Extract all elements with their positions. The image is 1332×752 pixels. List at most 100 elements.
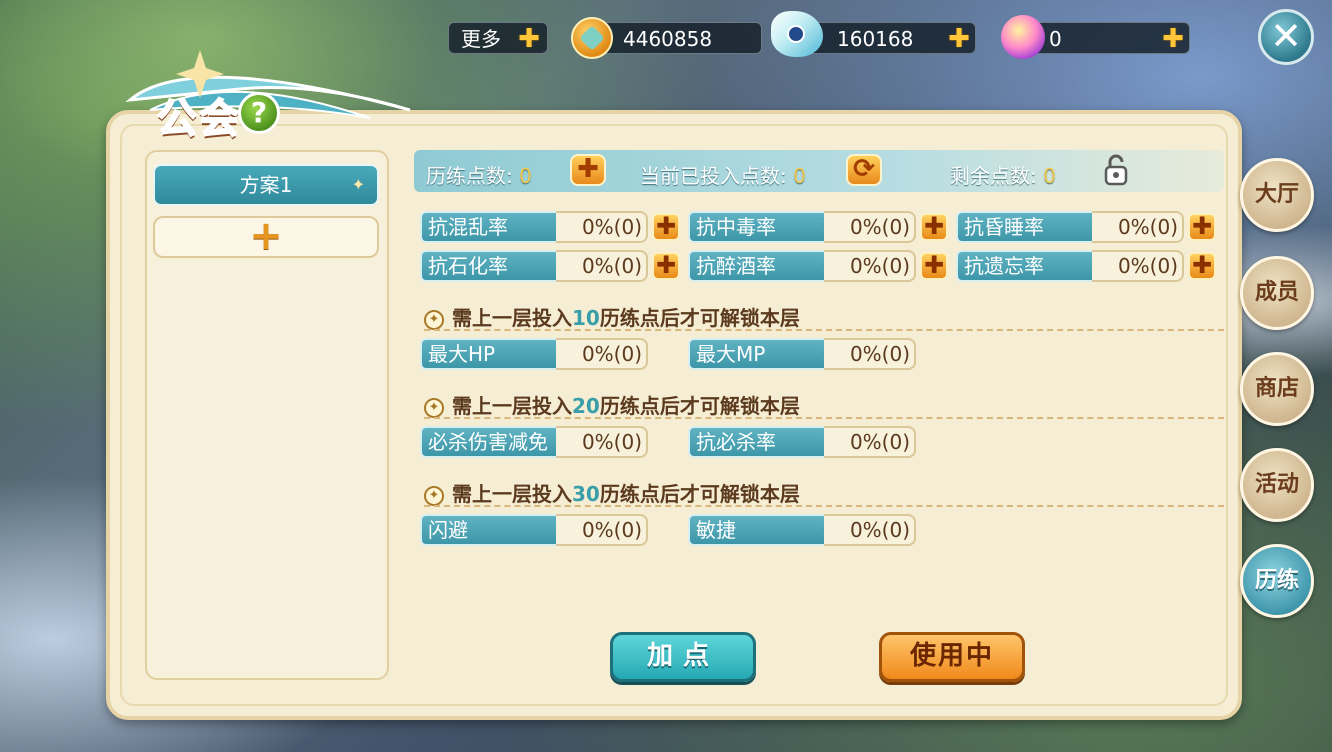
add-point-button[interactable]: ✚ (920, 252, 948, 280)
crystal-currency: 0 ✚ (1001, 15, 1190, 59)
training-points-label: 历练点数: (426, 164, 513, 188)
attr-value: 0%(0) (556, 338, 648, 370)
add-point-button[interactable]: ✚ (1188, 213, 1216, 241)
question-icon: ? (250, 96, 268, 129)
help-button[interactable]: ? (238, 92, 280, 134)
divider (424, 329, 1224, 331)
attr-value: 0%(0) (556, 250, 648, 282)
invested-points-label: 当前已投入点数: (640, 164, 787, 188)
attr-name: 抗中毒率 (688, 211, 828, 243)
attr-crit-damage-reduction: 必杀伤害减免 ▴▾ 0%(0) (420, 426, 648, 458)
gold-coin-icon (571, 17, 613, 59)
attr-dodge: 闪避 ▴▾ 0%(0) (420, 514, 648, 546)
attr-anti-forget: 抗遗忘率 ▴▾ 0%(0) ✚ (956, 250, 1216, 282)
reset-points-button[interactable]: ⟳ (846, 154, 882, 186)
attr-value: 0%(0) (824, 514, 916, 546)
in-use-button[interactable]: 使用中 (879, 632, 1025, 682)
divider (424, 417, 1224, 419)
attr-name: 抗石化率 (420, 250, 560, 282)
attr-anti-drunk: 抗醉酒率 ▴▾ 0%(0) ✚ (688, 250, 948, 282)
attr-value: 0%(0) (824, 338, 916, 370)
tier-unlock-note: ✦ 需上一层投入30历练点后才可解锁本层 (424, 478, 800, 507)
unlock-prefix: 需上一层投入 (452, 306, 572, 330)
unlock-suffix: 历练点后才可解锁本层 (599, 482, 800, 506)
divider (424, 505, 1224, 507)
attr-value: 0%(0) (824, 426, 916, 458)
unlock-points: 20 (572, 394, 600, 418)
close-icon: ✕ (1270, 14, 1302, 58)
invested-points: 当前已投入点数: 0 (640, 160, 806, 189)
plus-icon: + (249, 213, 283, 259)
tab-members[interactable]: 成员 (1240, 256, 1314, 330)
attr-name: 最大HP (420, 338, 560, 370)
attr-name: 抗遗忘率 (956, 250, 1096, 282)
add-points-button[interactable]: 加点 (610, 632, 756, 682)
unlock-points: 10 (572, 306, 600, 330)
attr-value: 0%(0) (556, 514, 648, 546)
attr-name: 抗混乱率 (420, 211, 560, 243)
attr-name: 敏捷 (688, 514, 828, 546)
remaining-points-label: 剩余点数: (950, 164, 1037, 188)
remaining-points: 剩余点数: 0 (950, 160, 1056, 189)
attr-max-hp: 最大HP ▴▾ 0%(0) (420, 338, 648, 370)
unlock-suffix: 历练点后才可解锁本层 (599, 394, 800, 418)
attr-value: 0%(0) (1092, 250, 1184, 282)
unlock-prefix: 需上一层投入 (452, 394, 572, 418)
gold-value: 4460858 (623, 27, 713, 51)
add-training-points-button[interactable]: ✚ (570, 154, 606, 186)
tier-unlock-note: ✦ 需上一层投入20历练点后才可解锁本层 (424, 390, 800, 419)
unlock-points: 30 (572, 482, 600, 506)
tier-unlock-note: ✦ 需上一层投入10历练点后才可解锁本层 (424, 302, 800, 331)
invested-points-value: 0 (793, 164, 806, 188)
tab-training[interactable]: 历练 (1240, 544, 1314, 618)
info-icon: ✦ (424, 310, 444, 330)
add-point-button[interactable]: ✚ (652, 252, 680, 280)
ticket-currency: 160168 ✚ (771, 11, 976, 57)
info-icon: ✦ (424, 398, 444, 418)
more-button[interactable]: 更多 ✚ (448, 22, 548, 54)
attr-name: 最大MP (688, 338, 828, 370)
attr-anti-crit: 抗必杀率 ▴▾ 0%(0) (688, 426, 916, 458)
tab-lobby[interactable]: 大厅 (1240, 158, 1314, 232)
attr-anti-petrify: 抗石化率 ▴▾ 0%(0) ✚ (420, 250, 680, 282)
attr-name: 必杀伤害减免 (420, 426, 560, 458)
unlock-suffix: 历练点后才可解锁本层 (599, 306, 800, 330)
training-points-value: 0 (519, 164, 532, 188)
add-crystal-button[interactable]: ✚ (1161, 26, 1185, 52)
scheme-label: 方案1 (239, 173, 293, 197)
crystal-orb-icon (1001, 15, 1045, 59)
attr-max-mp: 最大MP ▴▾ 0%(0) (688, 338, 916, 370)
close-button[interactable]: ✕ (1258, 9, 1314, 65)
attr-name: 闪避 (420, 514, 560, 546)
lock-icon[interactable] (1102, 153, 1130, 187)
attr-agility: 敏捷 ▴▾ 0%(0) (688, 514, 916, 546)
plus-icon: ✚ (577, 154, 599, 184)
attr-name: 抗醉酒率 (688, 250, 828, 282)
scheme-tab-1[interactable]: 方案1 ✦ (153, 164, 379, 206)
ticket-value: 160168 (837, 27, 914, 51)
attr-value: 0%(0) (824, 250, 916, 282)
attr-value: 0%(0) (556, 426, 648, 458)
tab-activities[interactable]: 活动 (1240, 448, 1314, 522)
plus-icon: ✚ (518, 24, 540, 54)
info-icon: ✦ (424, 486, 444, 506)
attr-value: 0%(0) (824, 211, 916, 243)
add-scheme-button[interactable]: + (153, 216, 379, 258)
attr-anti-poison: 抗中毒率 ▴▾ 0%(0) ✚ (688, 211, 948, 243)
add-ticket-button[interactable]: ✚ (947, 26, 971, 52)
remaining-points-value: 0 (1043, 164, 1056, 188)
add-point-button[interactable]: ✚ (920, 213, 948, 241)
training-points: 历练点数: 0 (426, 160, 532, 189)
attr-value: 0%(0) (1092, 211, 1184, 243)
attr-anti-chaos: 抗混乱率 ▴▾ 0%(0) ✚ (420, 211, 680, 243)
add-point-button[interactable]: ✚ (652, 213, 680, 241)
attr-anti-sleep: 抗昏睡率 ▴▾ 0%(0) ✚ (956, 211, 1216, 243)
unlock-prefix: 需上一层投入 (452, 482, 572, 506)
crystal-value: 0 (1049, 27, 1062, 51)
add-point-button[interactable]: ✚ (1188, 252, 1216, 280)
panel-title: 公会 (156, 95, 241, 143)
attr-name: 抗昏睡率 (956, 211, 1096, 243)
tab-shop[interactable]: 商店 (1240, 352, 1314, 426)
gold-currency: 4460858 (571, 17, 762, 59)
more-label: 更多 (461, 27, 501, 51)
